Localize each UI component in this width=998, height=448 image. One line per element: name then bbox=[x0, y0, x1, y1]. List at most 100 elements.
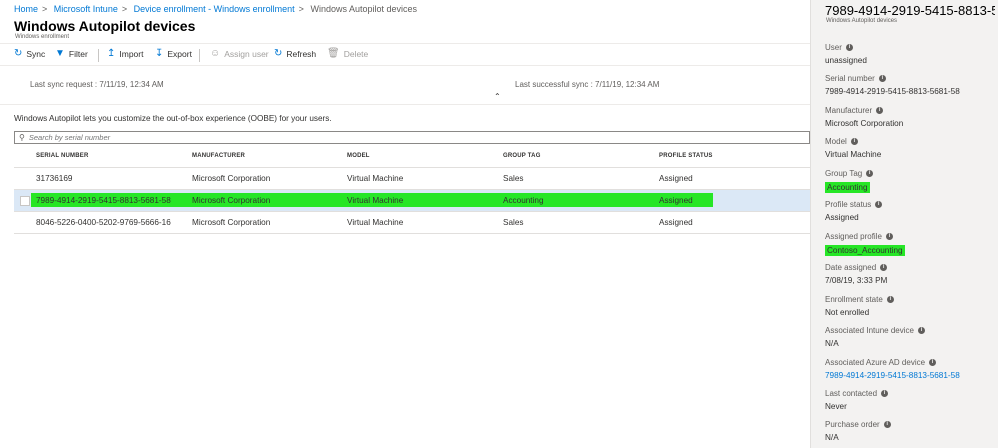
info-icon[interactable]: i bbox=[875, 201, 883, 208]
column-header-serial-number[interactable]: SERIAL NUMBER bbox=[36, 153, 89, 159]
field-value: 7/08/19, 3:33 PM bbox=[825, 276, 888, 285]
field-label: Enrollment state bbox=[825, 295, 883, 304]
info-icon[interactable]: i bbox=[866, 170, 874, 177]
toolbar: ↻ Sync ▼ Filter ↥ Import ↧ Export ☺ Assi… bbox=[0, 43, 810, 66]
page-subtitle: Windows enrollment bbox=[15, 34, 70, 40]
import-button[interactable]: ↥ Import bbox=[107, 49, 144, 60]
column-header-group-tag[interactable]: GROUP TAG bbox=[503, 153, 541, 159]
azure-ad-device-link[interactable]: 7989-4914-2919-5415-8813-5681-58 bbox=[825, 371, 995, 380]
cell-manufacturer: Microsoft Corporation bbox=[192, 174, 271, 183]
delete-label: Delete bbox=[343, 49, 369, 59]
last-sync-request-label: Last sync request bbox=[30, 80, 93, 89]
info-icon[interactable]: i bbox=[878, 75, 886, 82]
field-value: Assigned bbox=[825, 213, 859, 222]
field-label: Associated Azure AD device bbox=[825, 358, 926, 367]
filter-button[interactable]: ▼ Filter bbox=[55, 49, 88, 60]
breadcrumb-device-enrollment[interactable]: Device enrollment - Windows enrollment bbox=[134, 4, 295, 14]
cell-model: Virtual Machine bbox=[347, 218, 404, 227]
field-label: Model bbox=[825, 137, 847, 146]
cell-model: Virtual Machine bbox=[347, 196, 404, 205]
field-label: Last contacted bbox=[825, 389, 878, 398]
field-assigned-profile: Assigned profile i Contoso_Accounting bbox=[825, 232, 995, 256]
breadcrumb-current: Windows Autopilot devices bbox=[310, 4, 418, 14]
cell-profile-status: Assigned bbox=[659, 196, 693, 205]
toolbar-divider bbox=[98, 49, 99, 62]
collapse-chevron-icon[interactable]: ⌃ bbox=[494, 92, 501, 101]
cell-serial-number: 8046-5226-0400-5202-9769-5666-16 bbox=[36, 218, 171, 227]
cell-profile-status: Assigned bbox=[659, 218, 693, 227]
cell-group-tag: Sales bbox=[503, 174, 524, 183]
info-icon[interactable]: i bbox=[850, 138, 858, 145]
table-row[interactable]: 31736169 Microsoft Corporation Virtual M… bbox=[14, 168, 810, 190]
field-value: Never bbox=[825, 402, 847, 411]
devices-table: SERIAL NUMBER MANUFACTURER MODEL GROUP T… bbox=[14, 148, 810, 234]
last-successful-sync: Last successful sync : 7/11/19, 12:34 AM bbox=[515, 80, 660, 89]
info-icon[interactable]: i bbox=[929, 359, 937, 366]
column-header-profile-status[interactable]: PROFILE STATUS bbox=[659, 153, 713, 159]
field-label: User bbox=[825, 43, 842, 52]
breadcrumb-separator: > bbox=[42, 4, 48, 14]
last-successful-sync-value: 7/11/19, 12:34 AM bbox=[595, 80, 660, 89]
field-manufacturer: Manufacturer i Microsoft Corporation bbox=[825, 106, 995, 128]
field-serial-number: Serial number i 7989-4914-2919-5415-8813-… bbox=[825, 74, 995, 96]
export-button[interactable]: ↧ Export bbox=[155, 48, 192, 60]
search-icon: ⚲ bbox=[19, 133, 25, 142]
cell-profile-status: Assigned bbox=[659, 174, 693, 183]
field-model: Model i Virtual Machine bbox=[825, 137, 995, 159]
main-blade: Home > Microsoft Intune > Device enrollmen… bbox=[0, 0, 810, 448]
cell-group-tag: Accounting bbox=[503, 196, 544, 205]
field-value: Microsoft Corporation bbox=[825, 119, 904, 128]
export-icon: ↧ bbox=[155, 48, 164, 59]
filter-label: Filter bbox=[68, 49, 88, 59]
breadcrumb-microsoft-intune[interactable]: Microsoft Intune bbox=[54, 4, 118, 14]
refresh-button[interactable]: ↻ Refresh bbox=[274, 49, 317, 60]
info-icon[interactable]: i bbox=[886, 296, 894, 303]
assign-user-button[interactable]: ☺ Assign user bbox=[210, 48, 269, 60]
field-purchase-order: Purchase order i N/A bbox=[825, 420, 995, 442]
field-label: Serial number bbox=[825, 74, 875, 83]
field-associated-intune-device: Associated Intune device i N/A bbox=[825, 326, 995, 348]
field-value: unassigned bbox=[825, 56, 867, 65]
sync-button[interactable]: ↻ Sync bbox=[14, 48, 46, 60]
info-icon[interactable]: i bbox=[845, 44, 853, 51]
cell-model: Virtual Machine bbox=[347, 174, 404, 183]
column-header-manufacturer[interactable]: MANUFACTURER bbox=[192, 153, 245, 159]
table-row[interactable]: 8046-5226-0400-5202-9769-5666-16 Microso… bbox=[14, 212, 810, 234]
toolbar-divider bbox=[199, 49, 200, 62]
last-sync-request: Last sync request : 7/11/19, 12:34 AM bbox=[30, 80, 164, 89]
cell-manufacturer: Microsoft Corporation bbox=[192, 196, 271, 205]
field-value: N/A bbox=[825, 339, 839, 348]
table-row-selected[interactable]: 7989-4914-2919-5415-8813-5681-58 Microso… bbox=[14, 190, 810, 212]
divider bbox=[0, 104, 810, 105]
sync-icon: ↻ bbox=[14, 48, 23, 59]
info-icon[interactable]: i bbox=[876, 107, 884, 114]
cell-serial-number: 31736169 bbox=[36, 174, 73, 183]
import-label: Import bbox=[119, 49, 144, 59]
delete-button[interactable]: 🗑 Delete bbox=[327, 48, 369, 60]
search-input[interactable] bbox=[28, 133, 329, 142]
field-associated-azure-ad-device: Associated Azure AD device i 7989-4914-29… bbox=[825, 358, 995, 380]
info-icon[interactable]: i bbox=[917, 327, 925, 334]
info-icon[interactable]: i bbox=[880, 264, 888, 271]
page-title: Windows Autopilot devices bbox=[14, 18, 196, 34]
assign-user-label: Assign user bbox=[224, 49, 269, 59]
info-icon[interactable]: i bbox=[881, 390, 889, 397]
field-value: Virtual Machine bbox=[825, 150, 882, 159]
info-icon[interactable]: i bbox=[885, 233, 893, 240]
column-header-model[interactable]: MODEL bbox=[347, 153, 370, 159]
field-label: Associated Intune device bbox=[825, 326, 914, 335]
sync-label: Sync bbox=[26, 49, 46, 59]
breadcrumb: Home > Microsoft Intune > Device enrollmen… bbox=[14, 4, 417, 14]
assign-user-icon: ☺ bbox=[210, 48, 221, 59]
field-label: Profile status bbox=[825, 200, 872, 209]
row-checkbox[interactable] bbox=[20, 196, 30, 206]
field-enrollment-state: Enrollment state i Not enrolled bbox=[825, 295, 995, 317]
export-label: Export bbox=[167, 49, 192, 59]
delete-icon: 🗑 bbox=[327, 48, 340, 59]
breadcrumb-home[interactable]: Home bbox=[14, 4, 38, 14]
refresh-label: Refresh bbox=[286, 49, 317, 59]
search-box[interactable]: ⚲ bbox=[14, 131, 810, 144]
breadcrumb-separator: > bbox=[121, 4, 128, 14]
cell-serial-number: 7989-4914-2919-5415-8813-5681-58 bbox=[36, 196, 171, 205]
info-icon[interactable]: i bbox=[883, 421, 891, 428]
